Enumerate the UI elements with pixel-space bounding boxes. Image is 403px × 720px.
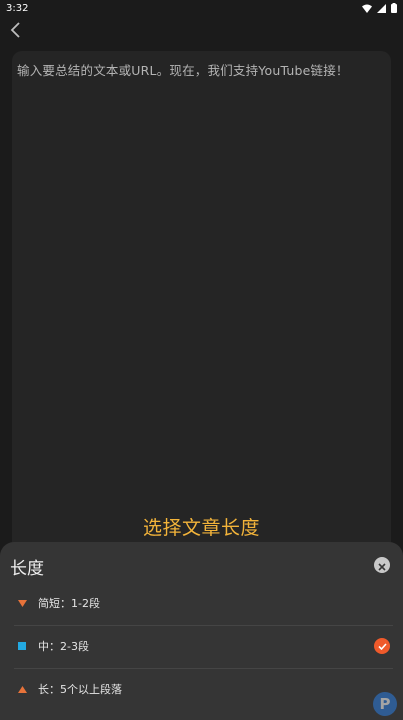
signal-icon [377,3,386,13]
option-medium[interactable]: 中：2-3段 [0,625,403,667]
back-button[interactable] [4,20,28,44]
triangle-down-icon [17,598,27,608]
option-label: 简短：1-2段 [38,597,100,610]
text-input-placeholder: 输入要总结的文本或URL。现在，我们支持YouTube链接！ [17,63,349,78]
square-icon [17,641,27,651]
sheet-title: 长度 [10,559,44,579]
screen: 3:32 输入要总结的文本或URL。现在，我们支持YouTube链接！ 选择文章… [0,0,403,720]
wifi-icon [362,4,372,13]
status-bar: 3:32 [0,0,403,16]
status-time: 3:32 [6,2,29,14]
checkmark-icon [374,638,390,654]
triangle-up-icon [17,684,27,694]
option-long[interactable]: 长：5个以上段落 [0,668,403,710]
status-icons [362,3,397,13]
option-label: 长：5个以上段落 [38,683,122,696]
close-icon [378,556,386,575]
option-short[interactable]: 简短：1-2段 [0,582,403,624]
battery-icon [391,3,397,13]
option-label: 中：2-3段 [38,640,89,653]
chevron-left-icon [10,22,22,42]
watermark: P [373,692,401,716]
watermark-logo-icon: P [373,692,397,716]
select-length-title: 选择文章长度 [142,517,260,539]
close-button[interactable] [374,557,390,573]
text-input[interactable]: 输入要总结的文本或URL。现在，我们支持YouTube链接！ [12,51,391,571]
